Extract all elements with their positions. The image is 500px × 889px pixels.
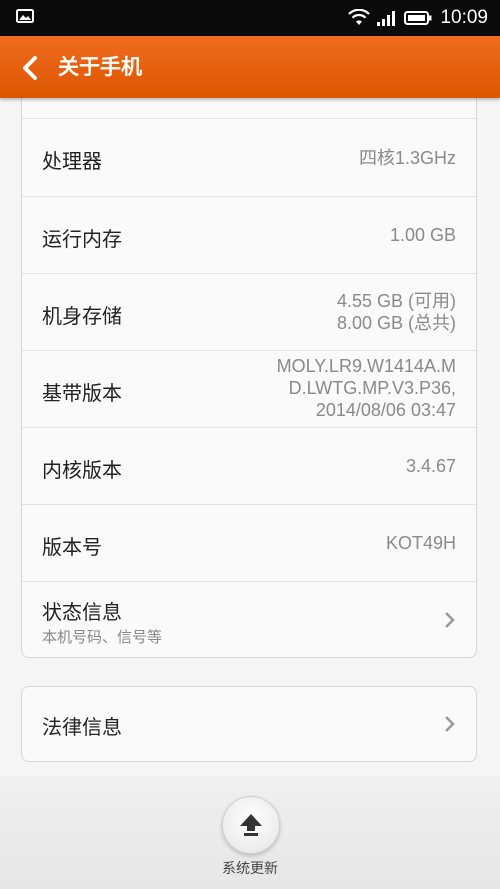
value-line: 8.00 GB (总共) <box>336 313 456 333</box>
list-item-legal[interactable]: 法律信息 <box>22 687 476 761</box>
row-label: 版本号 <box>42 535 102 559</box>
value-line: MOLY.LR9.W1414A.M <box>276 356 456 376</box>
app-header: 关于手机 <box>0 36 500 98</box>
status-icons: 10:09 <box>348 0 488 36</box>
list-item-memory[interactable]: 运行内存 1.00 GB <box>22 197 476 274</box>
row-label: 内核版本 <box>42 458 122 482</box>
list-item-build-number[interactable]: 版本号 KOT49H <box>22 505 476 582</box>
picture-icon <box>16 9 34 23</box>
list-item-processor[interactable]: 处理器 四核1.3GHz <box>22 119 476 197</box>
list-item-baseband[interactable]: 基带版本 MOLY.LR9.W1414A.M D.LWTG.MP.V3.P36,… <box>22 351 476 428</box>
upload-arrow-icon <box>240 814 262 836</box>
value-line: 3.4.67 <box>405 456 456 476</box>
system-update-button[interactable] <box>222 796 280 854</box>
list-item-status-info[interactable]: 状态信息 本机号码、信号等 <box>22 582 476 657</box>
status-bar: 10:09 <box>0 0 500 36</box>
row-label: 状态信息 <box>42 600 122 624</box>
page-title: 关于手机 <box>58 55 142 79</box>
row-label: 基带版本 <box>42 381 122 405</box>
row-label: 法律信息 <box>42 715 122 739</box>
row-value: MOLY.LR9.W1414A.M D.LWTG.MP.V3.P36, 2014… <box>277 355 456 421</box>
system-update-label: 系统更新 <box>222 861 278 877</box>
row-value: 四核1.3GHz <box>359 147 456 169</box>
row-value: 3.4.67 <box>406 455 456 477</box>
value-line: 4.55 GB (可用) <box>336 291 456 311</box>
row-label: 运行内存 <box>42 227 122 251</box>
value-line: 四核1.3GHz <box>358 148 456 168</box>
chevron-right-icon <box>445 612 455 628</box>
wifi-icon <box>348 9 371 25</box>
status-time: 10:09 <box>440 7 488 28</box>
list-item-kernel[interactable]: 内核版本 3.4.67 <box>22 428 476 505</box>
value-line: 1.00 GB <box>389 225 456 245</box>
chevron-right-icon <box>445 716 455 732</box>
row-value: KOT49H <box>386 532 456 554</box>
value-line: 2014/08/06 03:47 <box>315 400 456 420</box>
battery-icon <box>404 11 432 25</box>
row-label: 机身存储 <box>42 304 122 328</box>
value-line: KOT49H <box>385 533 456 553</box>
device-info-card: 处理器 四核1.3GHz 运行内存 1.00 GB 机身存储 4.55 GB (… <box>21 80 477 658</box>
back-button[interactable] <box>12 50 48 86</box>
signal-icon <box>377 11 396 26</box>
row-sublabel: 本机号码、信号等 <box>42 628 163 646</box>
row-value: 1.00 GB <box>390 224 456 246</box>
back-chevron-icon <box>23 56 37 80</box>
row-value: 4.55 GB (可用) 8.00 GB (总共) <box>337 290 456 334</box>
row-label: 处理器 <box>42 149 102 173</box>
list-item-storage[interactable]: 机身存储 4.55 GB (可用) 8.00 GB (总共) <box>22 274 476 351</box>
legal-info-card[interactable]: 法律信息 <box>21 686 477 762</box>
value-line: D.LWTG.MP.V3.P36, <box>288 378 456 398</box>
